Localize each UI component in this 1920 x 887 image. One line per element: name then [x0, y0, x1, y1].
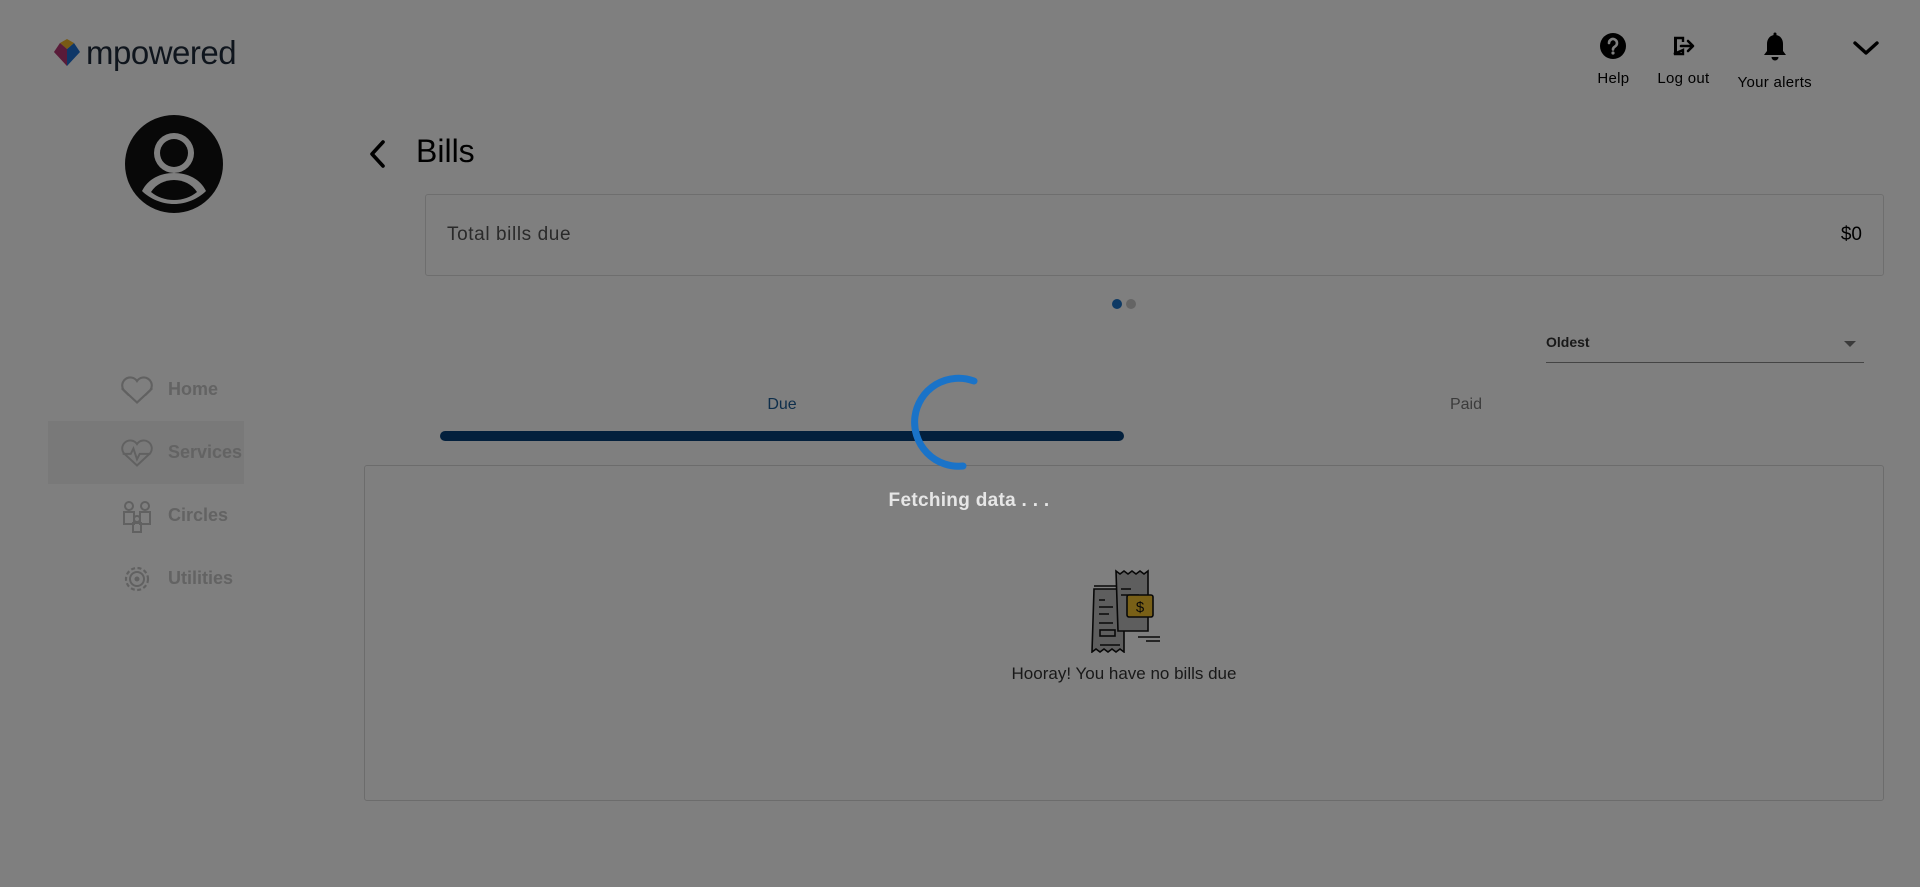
loading-overlay: Fetching data . . . — [0, 0, 1920, 887]
loading-spinner-icon — [911, 374, 978, 470]
bills-page: mpowered Help Log out Yo — [0, 0, 1920, 887]
loading-message: Fetching data . . . — [888, 490, 1050, 511]
